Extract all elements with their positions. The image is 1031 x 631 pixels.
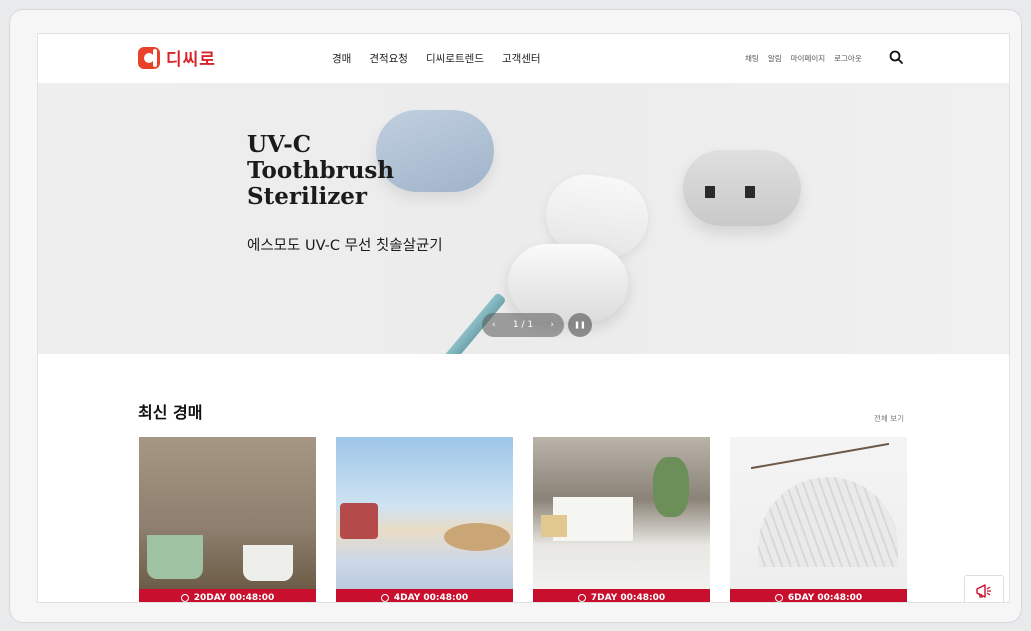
auction-card[interactable]: 20DAY 00:48:00 bbox=[139, 437, 316, 603]
auction-card[interactable]: 7DAY 00:48:00 bbox=[533, 437, 710, 603]
auction-card[interactable]: 6DAY 00:48:00 bbox=[730, 437, 907, 603]
nav-quote-request[interactable]: 견적요청 bbox=[369, 51, 408, 66]
util-nav: 채팅 알림 마이페이지 로그아웃 bbox=[745, 53, 862, 64]
auction-timer: 20DAY 00:48:00 bbox=[139, 589, 316, 603]
search-icon[interactable] bbox=[889, 50, 903, 64]
auction-image-mugs bbox=[139, 437, 316, 592]
auction-timer: 6DAY 00:48:00 bbox=[730, 589, 907, 603]
auction-timer-text: 4DAY 00:48:00 bbox=[393, 593, 469, 603]
logo-mark bbox=[138, 46, 160, 69]
auction-timer: 4DAY 00:48:00 bbox=[336, 589, 513, 603]
auction-timer: 7DAY 00:48:00 bbox=[533, 589, 710, 603]
product-image-gray-case bbox=[683, 150, 801, 226]
util-mypage[interactable]: 마이페이지 bbox=[791, 53, 826, 64]
main-nav: 경매 견적요청 디씨로트렌드 고객센터 bbox=[332, 51, 541, 66]
clock-icon bbox=[380, 594, 389, 602]
slider-control: ‹ 1 / 1 › bbox=[482, 313, 564, 337]
hero-title: UV-C Toothbrush Sterilizer bbox=[247, 131, 395, 210]
auction-timer-text: 7DAY 00:48:00 bbox=[590, 593, 666, 603]
nav-auction[interactable]: 경매 bbox=[332, 51, 351, 66]
site-header: 디씨로 경매 견적요청 디씨로트렌드 고객센터 채팅 알림 마이페이지 로그아웃 bbox=[38, 34, 1009, 84]
auction-timer-text: 20DAY 00:48:00 bbox=[193, 593, 275, 603]
util-chat[interactable]: 채팅 bbox=[745, 53, 759, 64]
auction-card[interactable]: 4DAY 00:48:00 bbox=[336, 437, 513, 603]
clock-icon bbox=[774, 594, 783, 602]
megaphone-button[interactable] bbox=[964, 575, 1004, 602]
auction-timer-text: 6DAY 00:48:00 bbox=[787, 593, 863, 603]
page: 디씨로 경매 견적요청 디씨로트렌드 고객센터 채팅 알림 마이페이지 로그아웃 bbox=[37, 33, 1010, 603]
pause-icon[interactable]: ❚❚ bbox=[568, 313, 592, 337]
util-logout[interactable]: 로그아웃 bbox=[834, 53, 862, 64]
view-all-link[interactable]: 전체 보기 bbox=[874, 413, 904, 424]
clock-icon bbox=[577, 594, 586, 602]
hero-subtitle: 에스모도 UV-C 무선 칫솔살균기 bbox=[247, 238, 443, 254]
section-title-latest-auctions: 최신 경매 bbox=[138, 403, 203, 422]
auction-image-paper-bags bbox=[533, 437, 710, 592]
hero-banner[interactable]: UV-C Toothbrush Sterilizer 에스모도 UV-C 무선 … bbox=[38, 84, 1009, 354]
clock-icon bbox=[180, 594, 189, 602]
logo-text: 디씨로 bbox=[166, 50, 216, 70]
chevron-left-icon[interactable]: ‹ bbox=[492, 320, 496, 330]
chevron-right-icon[interactable]: › bbox=[550, 320, 554, 330]
slide-counter: 1 / 1 bbox=[512, 320, 534, 330]
auction-image-beach bbox=[336, 437, 513, 592]
slot bbox=[705, 186, 715, 198]
slot bbox=[745, 186, 755, 198]
site-logo[interactable]: 디씨로 bbox=[138, 45, 216, 70]
megaphone-icon bbox=[976, 584, 991, 598]
nav-customer-center[interactable]: 고객센터 bbox=[502, 51, 541, 66]
nav-trend[interactable]: 디씨로트렌드 bbox=[426, 51, 484, 66]
product-image-white-base bbox=[508, 244, 628, 322]
util-notifications[interactable]: 알림 bbox=[768, 53, 782, 64]
auction-image-folding-fan bbox=[730, 437, 907, 592]
